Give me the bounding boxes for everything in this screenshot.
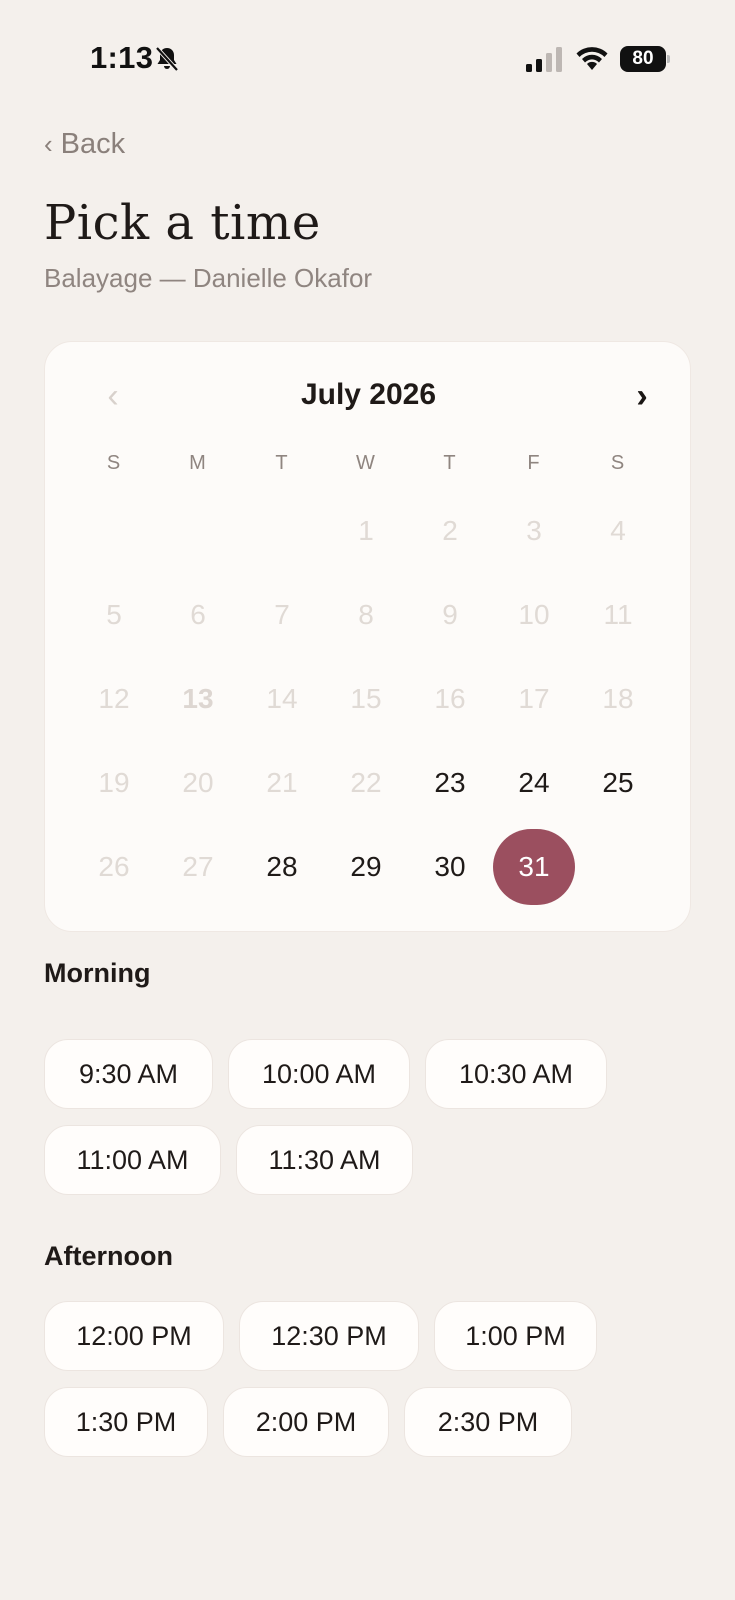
time-slot-button[interactable]: 9:30 AM bbox=[44, 1039, 213, 1109]
calendar-day: 11 bbox=[603, 599, 633, 630]
battery-nub bbox=[667, 55, 670, 63]
calendar-day: 8 bbox=[358, 599, 374, 630]
calendar-card: ‹ July 2026 › S M T W T F S 1 2 3 4 5 6 … bbox=[44, 341, 691, 932]
calendar-day[interactable]: 30 bbox=[408, 825, 492, 909]
time-slot-button[interactable]: 11:30 AM bbox=[236, 1125, 413, 1195]
calendar-day: 1 bbox=[358, 515, 374, 546]
time-slot-button[interactable]: 2:00 PM bbox=[223, 1387, 389, 1457]
status-time: 1:13 bbox=[90, 40, 154, 75]
back-label: Back bbox=[60, 128, 126, 160]
calendar-empty-cell bbox=[72, 489, 156, 573]
calendar-day: 17 bbox=[518, 683, 550, 714]
calendar-day: 27 bbox=[182, 851, 214, 882]
page-subtitle: Balayage — Danielle Okafor bbox=[44, 263, 373, 293]
weekday-label: S bbox=[610, 452, 626, 474]
chevron-left-icon: ‹ bbox=[44, 128, 53, 159]
afternoon-section-title: Afternoon bbox=[44, 1241, 173, 1271]
weekday-label: S bbox=[106, 452, 122, 474]
calendar-day: 9 bbox=[442, 599, 458, 630]
calendar-day-grid: 1 2 3 4 5 6 7 8 9 10 11 12 13 14 15 16 1… bbox=[72, 489, 660, 909]
wifi-icon bbox=[576, 47, 608, 70]
weekday-header: S M T W T F S bbox=[72, 452, 660, 475]
calendar-day: 22 bbox=[350, 767, 382, 798]
time-slot-button[interactable]: 2:30 PM bbox=[404, 1387, 572, 1457]
calendar-day: 12 bbox=[98, 683, 130, 714]
calendar-day[interactable]: 25 bbox=[576, 741, 660, 825]
weekday-label: F bbox=[527, 452, 541, 474]
chevron-right-icon: › bbox=[636, 377, 648, 415]
battery-icon: 80 bbox=[620, 46, 670, 72]
bell-slash-icon bbox=[155, 46, 179, 72]
calendar-day[interactable]: 29 bbox=[324, 825, 408, 909]
calendar-day: 13 bbox=[182, 683, 214, 714]
time-slot-button[interactable]: 11:00 AM bbox=[44, 1125, 221, 1195]
calendar-day: 26 bbox=[98, 851, 130, 882]
calendar-day: 5 bbox=[106, 599, 122, 630]
page-title: Pick a time bbox=[44, 195, 321, 251]
battery-level: 80 bbox=[620, 46, 666, 72]
calendar-day-selected[interactable]: 31 bbox=[492, 825, 576, 909]
calendar-day: 2 bbox=[442, 515, 458, 546]
calendar-day: 15 bbox=[350, 683, 382, 714]
calendar-empty-cell bbox=[240, 489, 324, 573]
calendar-day: 14 bbox=[266, 683, 298, 714]
time-slot-button[interactable]: 10:30 AM bbox=[425, 1039, 607, 1109]
weekday-label: T bbox=[275, 452, 289, 474]
calendar-day: 6 bbox=[190, 599, 206, 630]
time-slot-button[interactable]: 1:00 PM bbox=[434, 1301, 597, 1371]
status-bar: 1:13 80 bbox=[0, 0, 735, 110]
weekday-label: T bbox=[443, 452, 457, 474]
calendar-day: 16 bbox=[434, 683, 466, 714]
calendar-day: 7 bbox=[274, 599, 290, 630]
calendar-day: 3 bbox=[526, 515, 542, 546]
calendar-day: 19 bbox=[98, 767, 130, 798]
calendar-day: 10 bbox=[518, 599, 550, 630]
weekday-label: W bbox=[356, 452, 376, 474]
calendar-day: 4 bbox=[610, 515, 626, 546]
back-button[interactable]: ‹ Back bbox=[44, 128, 125, 161]
morning-section-title: Morning bbox=[44, 958, 151, 988]
time-picker-screen: 1:13 80 ‹ Back Pick a time Balayage — Da… bbox=[0, 0, 735, 1600]
calendar-empty-cell bbox=[156, 489, 240, 573]
time-slot-button[interactable]: 12:00 PM bbox=[44, 1301, 224, 1371]
calendar-day: 18 bbox=[602, 683, 634, 714]
time-slot-button[interactable]: 1:30 PM bbox=[44, 1387, 208, 1457]
time-slot-button[interactable]: 12:30 PM bbox=[239, 1301, 419, 1371]
calendar-day[interactable]: 28 bbox=[240, 825, 324, 909]
calendar-day: 20 bbox=[182, 767, 214, 798]
weekday-label: M bbox=[189, 452, 207, 474]
calendar-day: 21 bbox=[266, 767, 298, 798]
calendar-day[interactable]: 24 bbox=[492, 741, 576, 825]
calendar-month-label: July 2026 bbox=[300, 378, 437, 411]
time-slot-button[interactable]: 10:00 AM bbox=[228, 1039, 410, 1109]
cellular-signal-icon bbox=[526, 47, 562, 72]
next-month-button[interactable]: › bbox=[622, 376, 662, 416]
calendar-day[interactable]: 23 bbox=[408, 741, 492, 825]
